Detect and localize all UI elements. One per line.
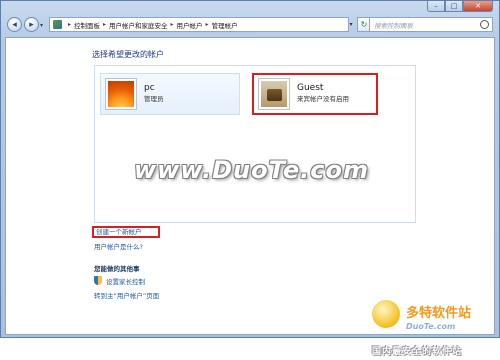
breadcrumb-separator-icon[interactable]: ▸ [103,21,106,28]
account-type: 管理员 [144,95,164,103]
close-button[interactable]: ✕ [463,1,493,12]
account-name: pc [144,83,155,93]
logo-slogan: 国内最安全的软件站 [372,347,463,357]
minimize-button[interactable]: – [427,1,445,12]
maximize-button[interactable]: □ [445,1,463,12]
what-is-user-account-link[interactable]: 用户帐户是什么? [94,241,143,251]
forward-arrow-icon: ▸ [29,19,34,30]
logo-mark-icon [372,300,400,328]
title-bar: – □ ✕ [1,1,499,13]
create-account-link[interactable]: 创建一个新帐户 [92,226,160,238]
address-bar[interactable]: ▸ 控制面板 ▸ 用户帐户和家庭安全 ▸ 用户帐户 ▸ 管理帐户 [49,17,349,32]
control-panel-icon [53,20,62,29]
breadcrumb-separator-icon[interactable]: ▸ [171,21,174,28]
breadcrumb-control-panel[interactable]: 控制面板 [74,20,100,30]
breadcrumb-user-accounts[interactable]: 用户帐户 [177,20,203,30]
recent-pages-dropdown-icon[interactable]: ▾ [40,22,43,29]
refresh-icon: ↻ [360,20,368,29]
site-logo: 多特软件站 DuoTe.com 国内最安全的软件站 [368,300,498,360]
logo-site: DuoTe.com [406,322,456,331]
search-placeholder: 搜索控制面板 [374,21,413,30]
control-panel-window: – □ ✕ ◂ ▸ ▾ ▸ 控制面板 ▸ 用户帐户和家庭安全 ▸ 用户帐户 ▸ … [0,0,500,357]
orange-flower-avatar [106,79,136,109]
breadcrumb-user-accounts-family[interactable]: 用户帐户和家庭安全 [109,20,168,30]
watermark: www.DuoTe.com [134,156,369,184]
navigation-bar: ◂ ▸ ▾ ▸ 控制面板 ▸ 用户帐户和家庭安全 ▸ 用户帐户 ▸ 管理帐户 ▾… [5,15,495,37]
accounts-panel: pc 管理员 Guest 来宾帐户没有启用 [94,65,416,223]
account-tile-guest[interactable]: Guest 来宾帐户没有启用 [252,73,378,115]
account-tile-pc[interactable]: pc 管理员 [100,73,240,115]
parental-controls-link[interactable]: 设置家长控制 [106,276,145,286]
shield-icon [94,276,102,285]
logo-name: 多特软件站 [406,306,472,321]
goto-user-accounts-link[interactable]: 转到主“用户帐户”页面 [94,290,159,300]
address-dropdown-icon[interactable]: ▾ [345,18,357,31]
account-name: Guest [297,83,324,93]
briefcase-avatar [259,79,289,109]
breadcrumb-manage-accounts[interactable]: 管理帐户 [212,20,238,30]
forward-button[interactable]: ▸ [24,17,39,32]
account-status: 来宾帐户没有启用 [297,95,349,103]
caption-buttons: – □ ✕ [427,1,493,12]
content-area: 选择希望更改的帐户 pc 管理员 Guest 来宾帐户没有启用 www.DuoT… [5,37,495,357]
search-input[interactable]: 搜索控制面板 [369,17,493,32]
back-button[interactable]: ◂ [7,17,22,32]
back-arrow-icon: ◂ [12,19,17,30]
also-see-heading: 您能做的其他事 [94,265,140,273]
breadcrumb-separator-icon[interactable]: ▸ [68,21,71,28]
breadcrumb-separator-icon[interactable]: ▸ [206,21,209,28]
page-title: 选择希望更改的帐户 [92,50,164,59]
search-icon[interactable] [480,20,489,29]
